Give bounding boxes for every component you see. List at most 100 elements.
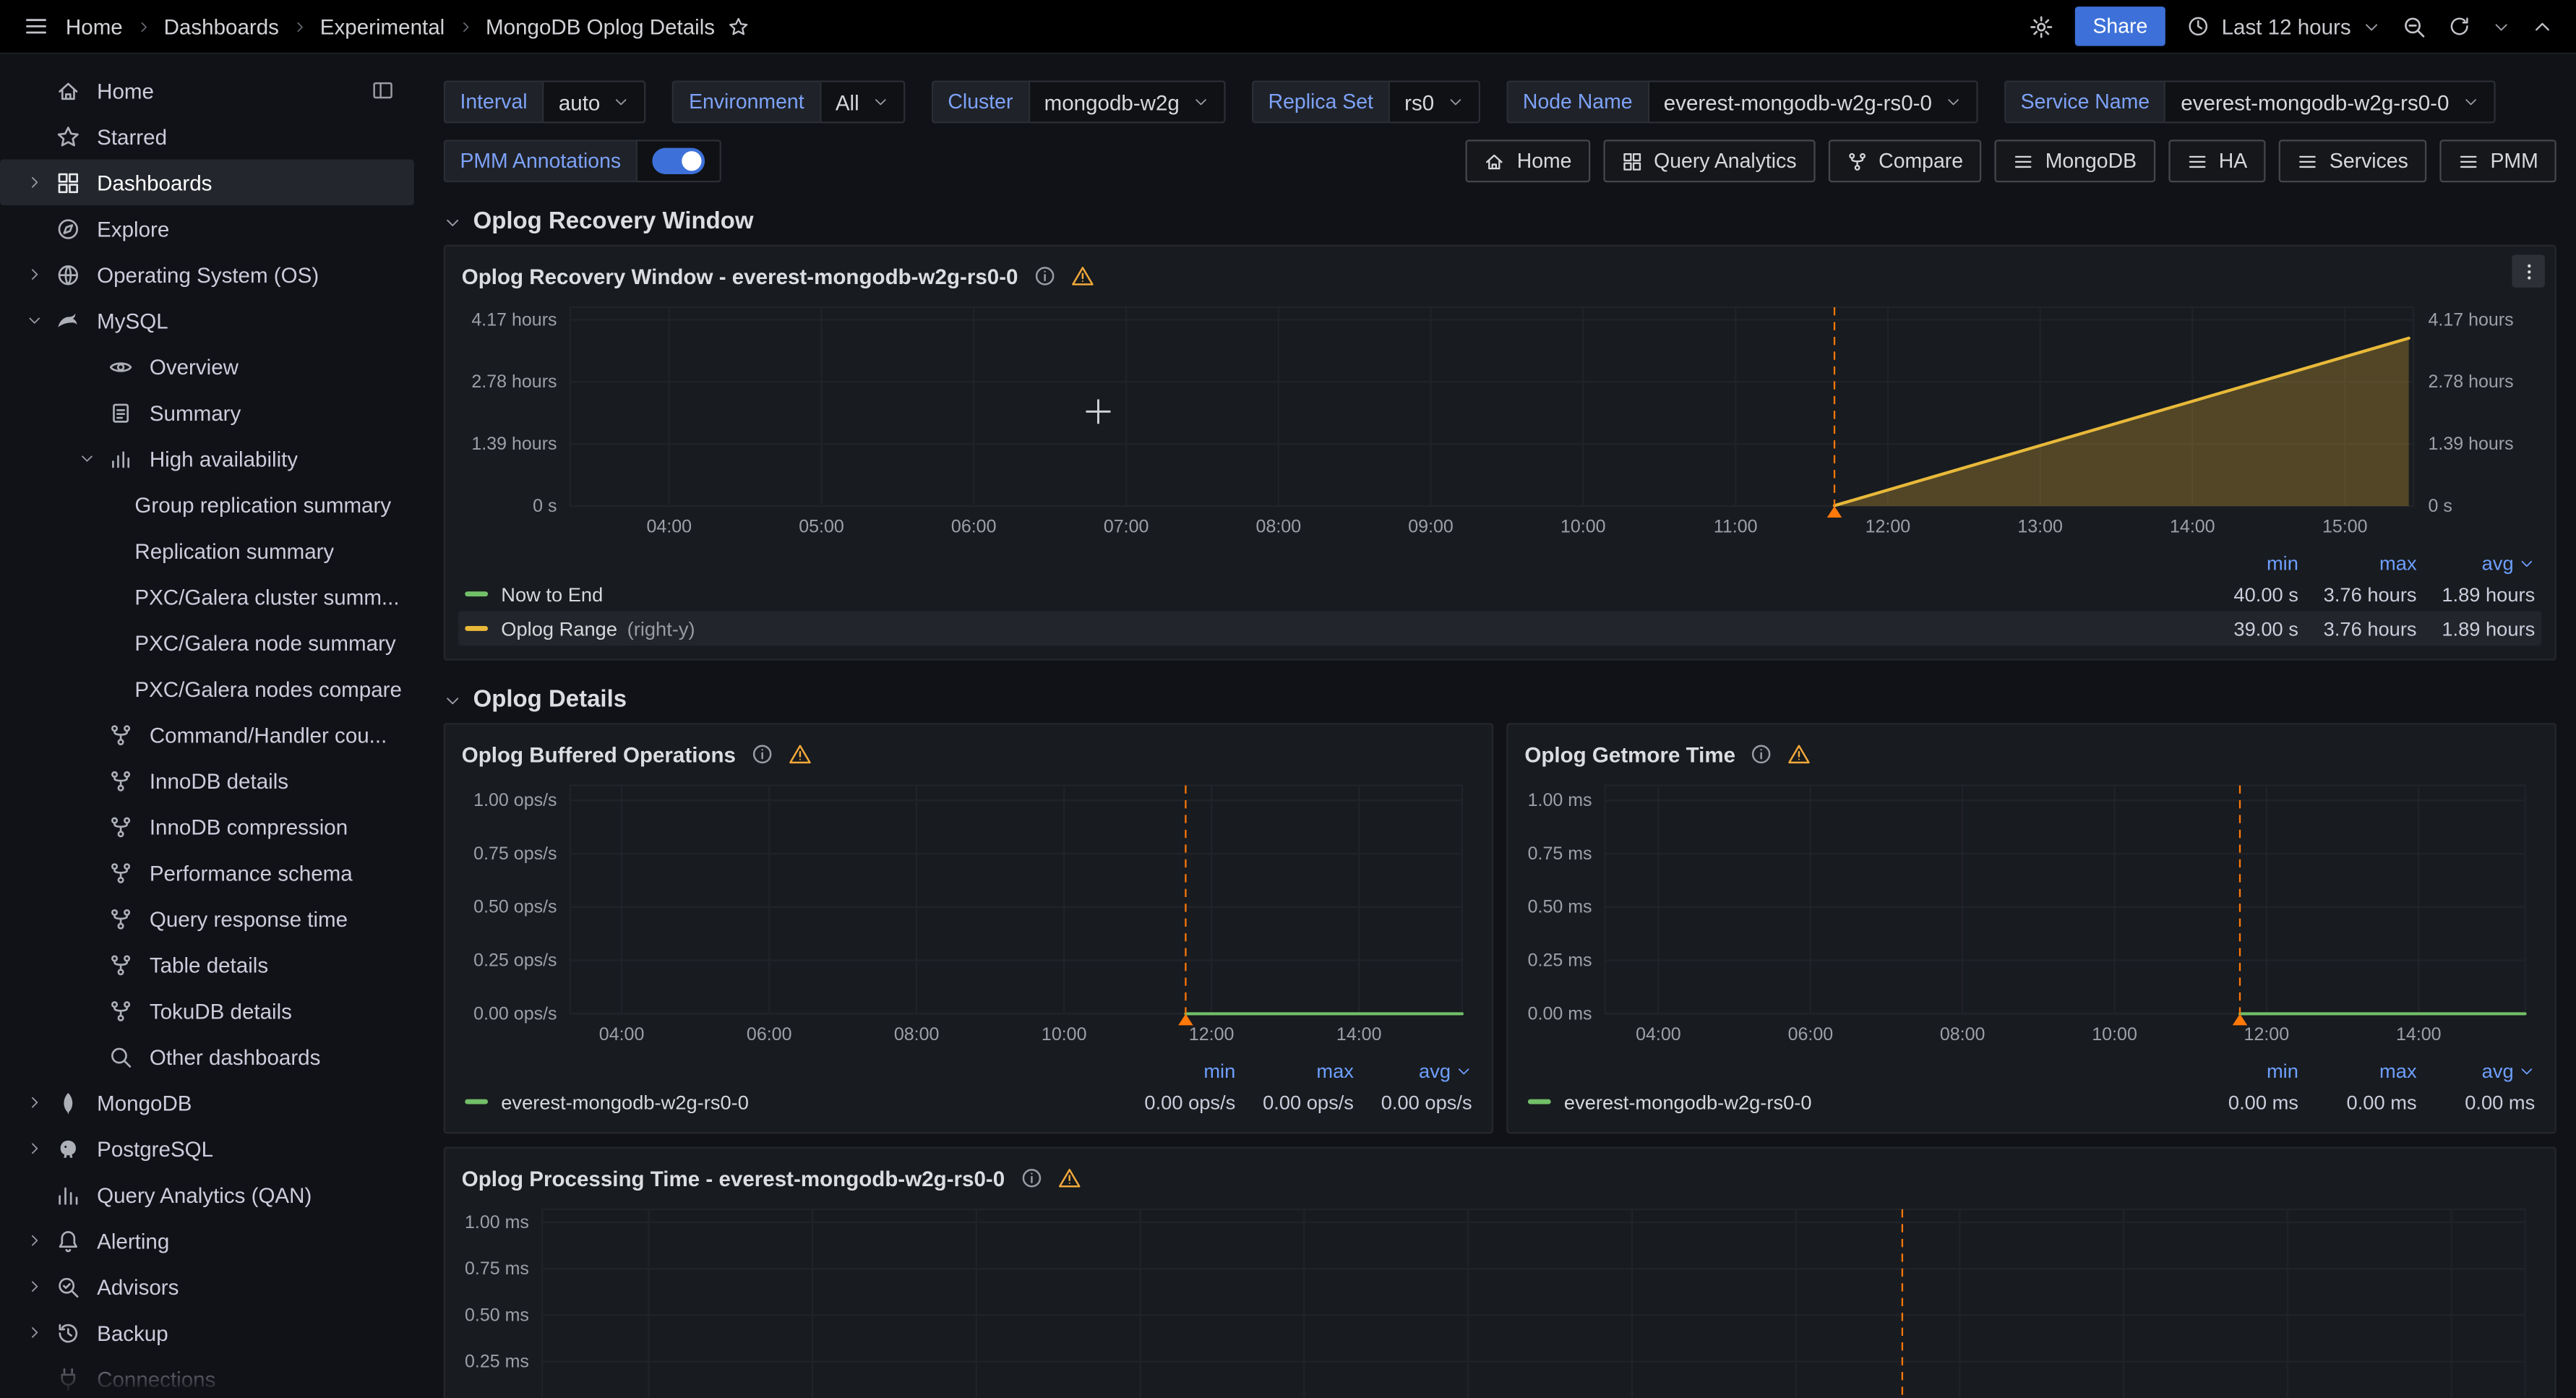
- sidebar-item-pxc-galera-node-summary[interactable]: PXC/Galera node summary: [0, 619, 414, 666]
- sidebar-item-operating-system-os[interactable]: Operating System (OS): [0, 252, 414, 298]
- chevron-right-icon[interactable]: [13, 1094, 56, 1111]
- favorite-star-icon[interactable]: [728, 16, 750, 38]
- info-icon[interactable]: [750, 742, 773, 766]
- legend-header-max[interactable]: max: [2298, 552, 2417, 575]
- legend-header-min[interactable]: min: [1117, 1059, 1236, 1082]
- chevron-down-icon[interactable]: [66, 450, 108, 467]
- chart-oplog-recovery-window[interactable]: 0 s0 s1.39 hours1.39 hours2.78 hours2.78…: [458, 296, 2541, 542]
- sidebar-item-query-analytics-qan[interactable]: Query Analytics (QAN): [0, 1172, 414, 1218]
- dashboard-settings-icon[interactable]: [2029, 14, 2053, 38]
- legend-header-max[interactable]: max: [2298, 1059, 2417, 1082]
- legend-header-min[interactable]: min: [2180, 1059, 2298, 1082]
- warning-icon[interactable]: [789, 742, 812, 766]
- quicklink-mongodb[interactable]: MongoDB: [1994, 140, 2155, 182]
- share-button[interactable]: Share: [2074, 7, 2165, 46]
- warning-icon[interactable]: [1788, 742, 1811, 766]
- filter-value-dropdown[interactable]: auto: [542, 80, 646, 123]
- breadcrumb-dashboards[interactable]: Dashboards: [164, 14, 279, 38]
- sidebar-item-pxc-galera-nodes-compare[interactable]: PXC/Galera nodes compare: [0, 666, 414, 712]
- refresh-icon[interactable]: [2448, 14, 2471, 38]
- legend-row[interactable]: Now to End 40.00 s 3.76 hours 1.89 hours: [458, 577, 2541, 612]
- breadcrumb-home[interactable]: Home: [66, 14, 123, 38]
- sidebar-item-dashboards[interactable]: Dashboards: [0, 159, 414, 205]
- sidebar-item-performance-schema[interactable]: Performance schema: [0, 849, 414, 896]
- quicklink-compare[interactable]: Compare: [1828, 140, 1981, 182]
- panel-title[interactable]: Oplog Buffered Operations: [462, 742, 736, 766]
- quicklink-pmm[interactable]: PMM: [2439, 140, 2556, 182]
- breadcrumb-experimental[interactable]: Experimental: [320, 14, 445, 38]
- sidebar-item-home[interactable]: Home: [0, 67, 414, 113]
- legend-header-avg[interactable]: avg: [2417, 1059, 2536, 1082]
- sidebar-item-mysql[interactable]: MySQL: [0, 297, 414, 343]
- legend-header-avg[interactable]: avg: [2417, 552, 2536, 575]
- filter-value-dropdown[interactable]: mongodb-w2g: [1028, 80, 1226, 123]
- sidebar-item-alerting[interactable]: Alerting: [0, 1217, 414, 1264]
- sidebar-item-explore[interactable]: Explore: [0, 205, 414, 252]
- series-name[interactable]: everest-mongodb-w2g-rs0-0: [501, 1090, 749, 1113]
- chevron-right-icon[interactable]: [13, 174, 56, 191]
- collapse-topbar-icon[interactable]: [2532, 16, 2554, 38]
- sidebar-item-query-response-time[interactable]: Query response time: [0, 896, 414, 942]
- filter-value-dropdown[interactable]: everest-mongodb-w2g-rs0-0: [2165, 80, 2496, 123]
- sidebar-item-backup[interactable]: Backup: [0, 1310, 414, 1356]
- refresh-interval-dropdown-icon[interactable]: [2492, 17, 2510, 35]
- filter-value-dropdown[interactable]: All: [819, 80, 905, 123]
- panel-title[interactable]: Oplog Getmore Time: [1524, 742, 1735, 766]
- sidebar-item-connections[interactable]: Connections: [0, 1355, 414, 1398]
- quicklink-home[interactable]: Home: [1466, 140, 1589, 182]
- filter-value-dropdown[interactable]: everest-mongodb-w2g-rs0-0: [1647, 80, 1978, 123]
- quicklink-ha[interactable]: HA: [2168, 140, 2265, 182]
- quicklink-services[interactable]: Services: [2278, 140, 2426, 182]
- sidebar-item-innodb-compression[interactable]: InnoDB compression: [0, 803, 414, 849]
- sidebar-item-starred[interactable]: Starred: [0, 113, 414, 160]
- chart-oplog-getmore-time[interactable]: 0.00 ms0.25 ms0.50 ms0.75 ms1.00 ms04:00…: [1521, 774, 2542, 1050]
- sidebar-item-command-handler-cou[interactable]: Command/Handler cou...: [0, 711, 414, 758]
- zoom-out-icon[interactable]: [2402, 14, 2426, 38]
- sidebar-item-group-replication-summary[interactable]: Group replication summary: [0, 481, 414, 528]
- legend-header-min[interactable]: min: [2180, 552, 2298, 575]
- chart-oplog-buffered-operations[interactable]: 0.00 ops/s0.25 ops/s0.50 ops/s0.75 ops/s…: [458, 774, 1479, 1050]
- panel-title[interactable]: Oplog Processing Time - everest-mongodb-…: [462, 1166, 1005, 1191]
- quicklink-query-analytics[interactable]: Query Analytics: [1603, 140, 1815, 182]
- sidebar-item-summary[interactable]: Summary: [0, 390, 414, 436]
- sidebar-item-replication-summary[interactable]: Replication summary: [0, 528, 414, 574]
- pmm-annotations-toggle[interactable]: [652, 148, 705, 174]
- chevron-right-icon[interactable]: [13, 266, 56, 283]
- chevron-right-icon[interactable]: [13, 1324, 56, 1341]
- sidebar-item-advisors[interactable]: Advisors: [0, 1264, 414, 1310]
- sidebar-item-tokudb-details[interactable]: TokuDB details: [0, 987, 414, 1034]
- filter-value-dropdown[interactable]: rs0: [1388, 80, 1480, 123]
- panel-menu-icon[interactable]: [2512, 254, 2544, 287]
- legend-row[interactable]: everest-mongodb-w2g-rs0-0 0.00 ops/s 0.0…: [458, 1084, 1479, 1119]
- chart-oplog-processing-time[interactable]: 0.00 ms0.25 ms0.50 ms0.75 ms1.00 ms04:00…: [458, 1198, 2541, 1398]
- warning-icon[interactable]: [1057, 1167, 1081, 1190]
- menu-icon[interactable]: [23, 13, 49, 39]
- legend-row[interactable]: everest-mongodb-w2g-rs0-0 0.00 ms 0.00 m…: [1521, 1084, 2542, 1119]
- time-range-picker[interactable]: Last 12 hours: [2187, 14, 2381, 38]
- legend-row[interactable]: Oplog Range (right-y) 39.00 s 3.76 hours…: [458, 612, 2541, 646]
- info-icon[interactable]: [1033, 265, 1056, 288]
- sidebar-item-mongodb[interactable]: MongoDB: [0, 1079, 414, 1125]
- sidebar-item-innodb-details[interactable]: InnoDB details: [0, 758, 414, 804]
- chevron-right-icon[interactable]: [13, 1278, 56, 1295]
- sidebar-item-pxc-galera-cluster-summ[interactable]: PXC/Galera cluster summ...: [0, 573, 414, 619]
- section-oplog-details[interactable]: Oplog Details: [444, 687, 2556, 713]
- section-oplog-recovery-window[interactable]: Oplog Recovery Window: [444, 209, 2556, 235]
- sidebar-item-other-dashboards[interactable]: Other dashboards: [0, 1034, 414, 1080]
- sidebar-item-table-details[interactable]: Table details: [0, 941, 414, 987]
- panel-left-icon[interactable]: [372, 79, 395, 102]
- series-name[interactable]: Now to End: [501, 583, 603, 606]
- warning-icon[interactable]: [1070, 265, 1094, 288]
- sidebar-item-high-availability[interactable]: High availability: [0, 435, 414, 481]
- sidebar-item-postgresql[interactable]: PostgreSQL: [0, 1125, 414, 1172]
- series-name[interactable]: Oplog Range: [501, 617, 617, 640]
- legend-header-avg[interactable]: avg: [1354, 1059, 1472, 1082]
- panel-title[interactable]: Oplog Recovery Window - everest-mongodb-…: [462, 264, 1018, 288]
- info-icon[interactable]: [1751, 742, 1774, 766]
- info-icon[interactable]: [1020, 1167, 1043, 1190]
- chevron-right-icon[interactable]: [13, 1140, 56, 1157]
- chevron-down-icon[interactable]: [13, 312, 56, 329]
- breadcrumb-mongodb-oplog-details[interactable]: MongoDB Oplog Details: [486, 14, 715, 38]
- legend-header-max[interactable]: max: [1235, 1059, 1354, 1082]
- sidebar-item-overview[interactable]: Overview: [0, 343, 414, 390]
